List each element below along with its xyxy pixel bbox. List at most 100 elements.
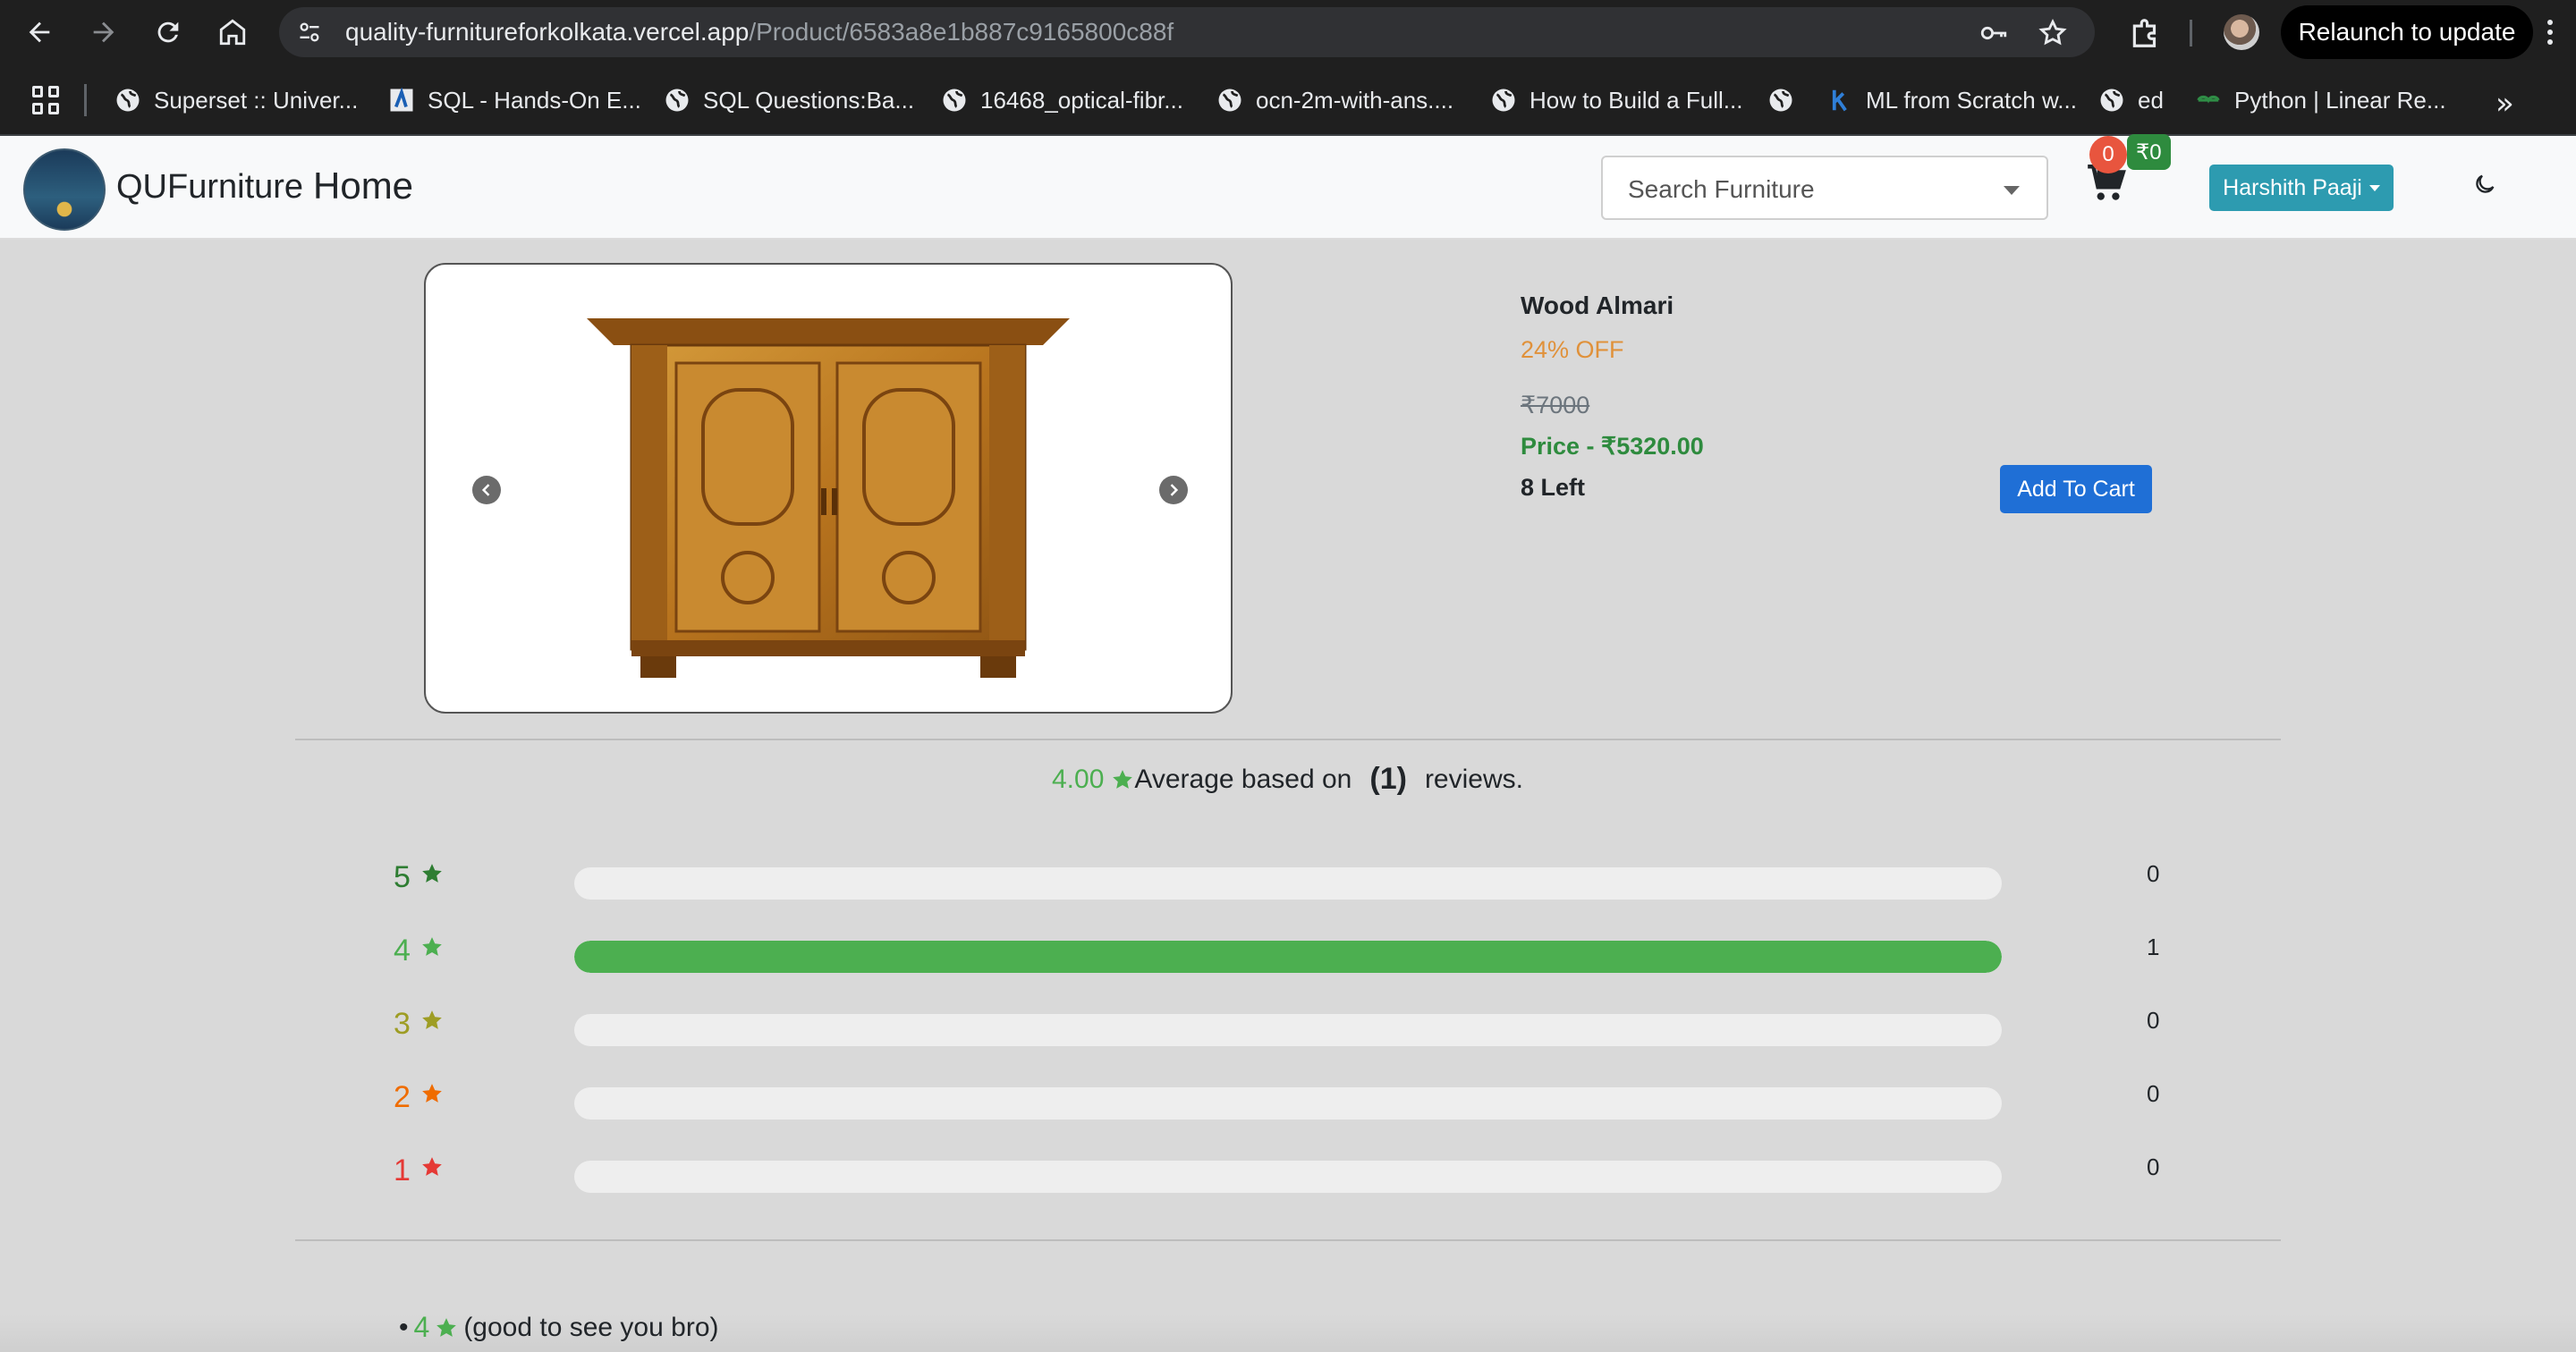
url-path: /Product/6583a8e1b887c9165800c88f <box>749 18 1174 46</box>
bookmark-item[interactable]: How to Build a Full... <box>1490 84 1742 116</box>
cart-total-badge: ₹0 <box>2127 134 2171 170</box>
average-rating-summary: 4.00 Average based on (1) reviews. <box>1052 762 1523 797</box>
extensions-puzzle-icon[interactable] <box>2129 16 2163 50</box>
original-price: ₹7000 <box>1521 392 1590 418</box>
reload-icon <box>157 21 179 43</box>
bookmark-item[interactable]: ML from Scratch w... <box>1826 84 2077 116</box>
add-to-cart-button[interactable]: Add To Cart <box>2000 465 2152 513</box>
rating-bar <box>574 1087 2002 1120</box>
rating-count: 0 <box>2147 1007 2160 1034</box>
reload-button[interactable] <box>148 13 188 52</box>
cart-count-badge: 0 <box>2089 136 2127 173</box>
bookmark-item[interactable] <box>1767 84 1807 116</box>
apps-grid-icon[interactable] <box>32 86 61 114</box>
browser-menu-icon[interactable] <box>2547 20 2555 46</box>
discounted-price: Price - ₹5320.00 <box>1521 433 1704 460</box>
rating-row-4: 4 1 <box>394 934 2182 973</box>
profile-avatar[interactable] <box>2224 14 2259 50</box>
carousel-next-button[interactable] <box>1159 476 1188 504</box>
globe-icon <box>2100 89 2123 112</box>
bookmark-item[interactable]: SQL - Hands-On E... <box>388 84 641 116</box>
review-list-item: • 4 (good to see you bro) <box>399 1311 719 1344</box>
relaunch-to-update-button[interactable]: Relaunch to update <box>2281 5 2533 59</box>
password-key-icon[interactable] <box>1979 18 2009 48</box>
bookmark-label: SQL Questions:Ba... <box>703 86 915 114</box>
rating-row-3: 3 0 <box>394 1007 2182 1046</box>
more-bookmarks-chevron-icon[interactable]: » <box>2496 86 2514 122</box>
caret-down-icon <box>2368 184 2380 191</box>
bookmark-label: Superset :: Univer... <box>154 86 359 114</box>
bookmark-item[interactable]: ocn-2m-with-ans.... <box>1216 84 1453 116</box>
browser-toolbar: quality-furnitureforkolkata.vercel.app/P… <box>0 0 2576 64</box>
brand-logo[interactable] <box>23 148 106 231</box>
bookmark-item[interactable]: SQL Questions:Ba... <box>664 84 914 116</box>
rating-bar <box>574 1014 2002 1046</box>
k-letter-icon <box>1832 89 1847 112</box>
carousel-prev-button[interactable] <box>472 476 501 504</box>
search-select[interactable]: Search Furniture <box>1601 156 2048 220</box>
rating-bar <box>574 941 2002 973</box>
site-navbar: QUFurniture Home Search Furniture 0 ₹0 H… <box>0 134 2576 240</box>
home-icon <box>219 19 246 46</box>
rating-row-5: 5 0 <box>394 860 2182 900</box>
section-divider <box>295 739 2281 740</box>
rating-bar <box>574 1161 2002 1193</box>
rating-row-1: 1 0 <box>394 1153 2182 1193</box>
url-host: quality-furnitureforkolkata.vercel.app <box>345 18 750 46</box>
site-settings-icon[interactable] <box>295 20 324 45</box>
bookmarks-separator <box>84 84 87 116</box>
bookmark-item[interactable]: ed <box>2098 84 2164 116</box>
url-text: quality-furnitureforkolkata.vercel.app/P… <box>345 18 1174 46</box>
stock-left: 8 Left <box>1521 474 1586 501</box>
back-arrow-icon <box>29 21 50 43</box>
rating-count: 0 <box>2147 1153 2160 1180</box>
rating-count: 1 <box>2147 934 2160 960</box>
bookmark-star-icon[interactable] <box>2038 18 2068 48</box>
star-icon <box>422 1010 442 1029</box>
geeksforgeeks-icon <box>2197 95 2220 104</box>
bookmark-label: ocn-2m-with-ans.... <box>1256 86 1454 114</box>
address-bar[interactable]: quality-furnitureforkolkata.vercel.app/P… <box>279 7 2095 57</box>
product-image-carousel <box>424 263 1233 714</box>
star-icon <box>422 1157 442 1176</box>
brand-name[interactable]: QUFurniture <box>116 168 303 207</box>
review-rating: 4 <box>413 1311 430 1343</box>
search-placeholder: Search Furniture <box>1628 175 1815 203</box>
reviews-suffix: reviews. <box>1424 764 1523 794</box>
globe-icon <box>1492 89 1515 112</box>
bookmark-item[interactable]: Python | Linear Re... <box>2195 84 2446 116</box>
forward-button[interactable] <box>84 13 123 52</box>
star-icon <box>1113 769 1133 789</box>
section-divider <box>295 1239 2281 1241</box>
chevron-right-icon <box>1170 484 1179 496</box>
bookmark-label: Python | Linear Re... <box>2234 86 2446 114</box>
toolbar-separator <box>2190 20 2192 46</box>
user-dropdown-button[interactable]: Harshith Paaji <box>2209 165 2394 211</box>
rating-bar-fill <box>574 941 2002 973</box>
globe-icon <box>665 89 689 112</box>
rating-stars-number: 2 <box>394 1080 411 1114</box>
chevron-left-icon <box>481 484 490 496</box>
review-bullet: • <box>399 1312 409 1342</box>
rating-count: 0 <box>2147 1080 2160 1107</box>
home-link[interactable]: Home <box>313 165 413 207</box>
product-name: Wood Almari <box>1521 292 1674 319</box>
bookmark-item[interactable]: 16468_optical-fibr... <box>941 84 1183 116</box>
rating-bar <box>574 867 2002 900</box>
chevron-down-icon <box>2004 186 2020 195</box>
rating-stars-number: 3 <box>394 1007 411 1041</box>
back-button[interactable] <box>20 13 59 52</box>
globe-icon <box>943 89 966 112</box>
star-icon <box>436 1317 457 1337</box>
discount-label: 24% OFF <box>1521 336 1624 363</box>
average-rating-value: 4.00 <box>1052 764 1105 794</box>
moon-icon[interactable] <box>2472 172 2497 197</box>
globe-icon <box>116 89 140 112</box>
forward-arrow-icon <box>93 21 114 43</box>
star-icon <box>422 864 442 883</box>
home-button[interactable] <box>213 13 252 52</box>
bookmark-item[interactable]: Superset :: Univer... <box>114 84 358 116</box>
star-icon <box>422 937 442 956</box>
bookmark-label: ML from Scratch w... <box>1866 86 2077 114</box>
review-comment: (good to see you bro) <box>463 1312 719 1342</box>
